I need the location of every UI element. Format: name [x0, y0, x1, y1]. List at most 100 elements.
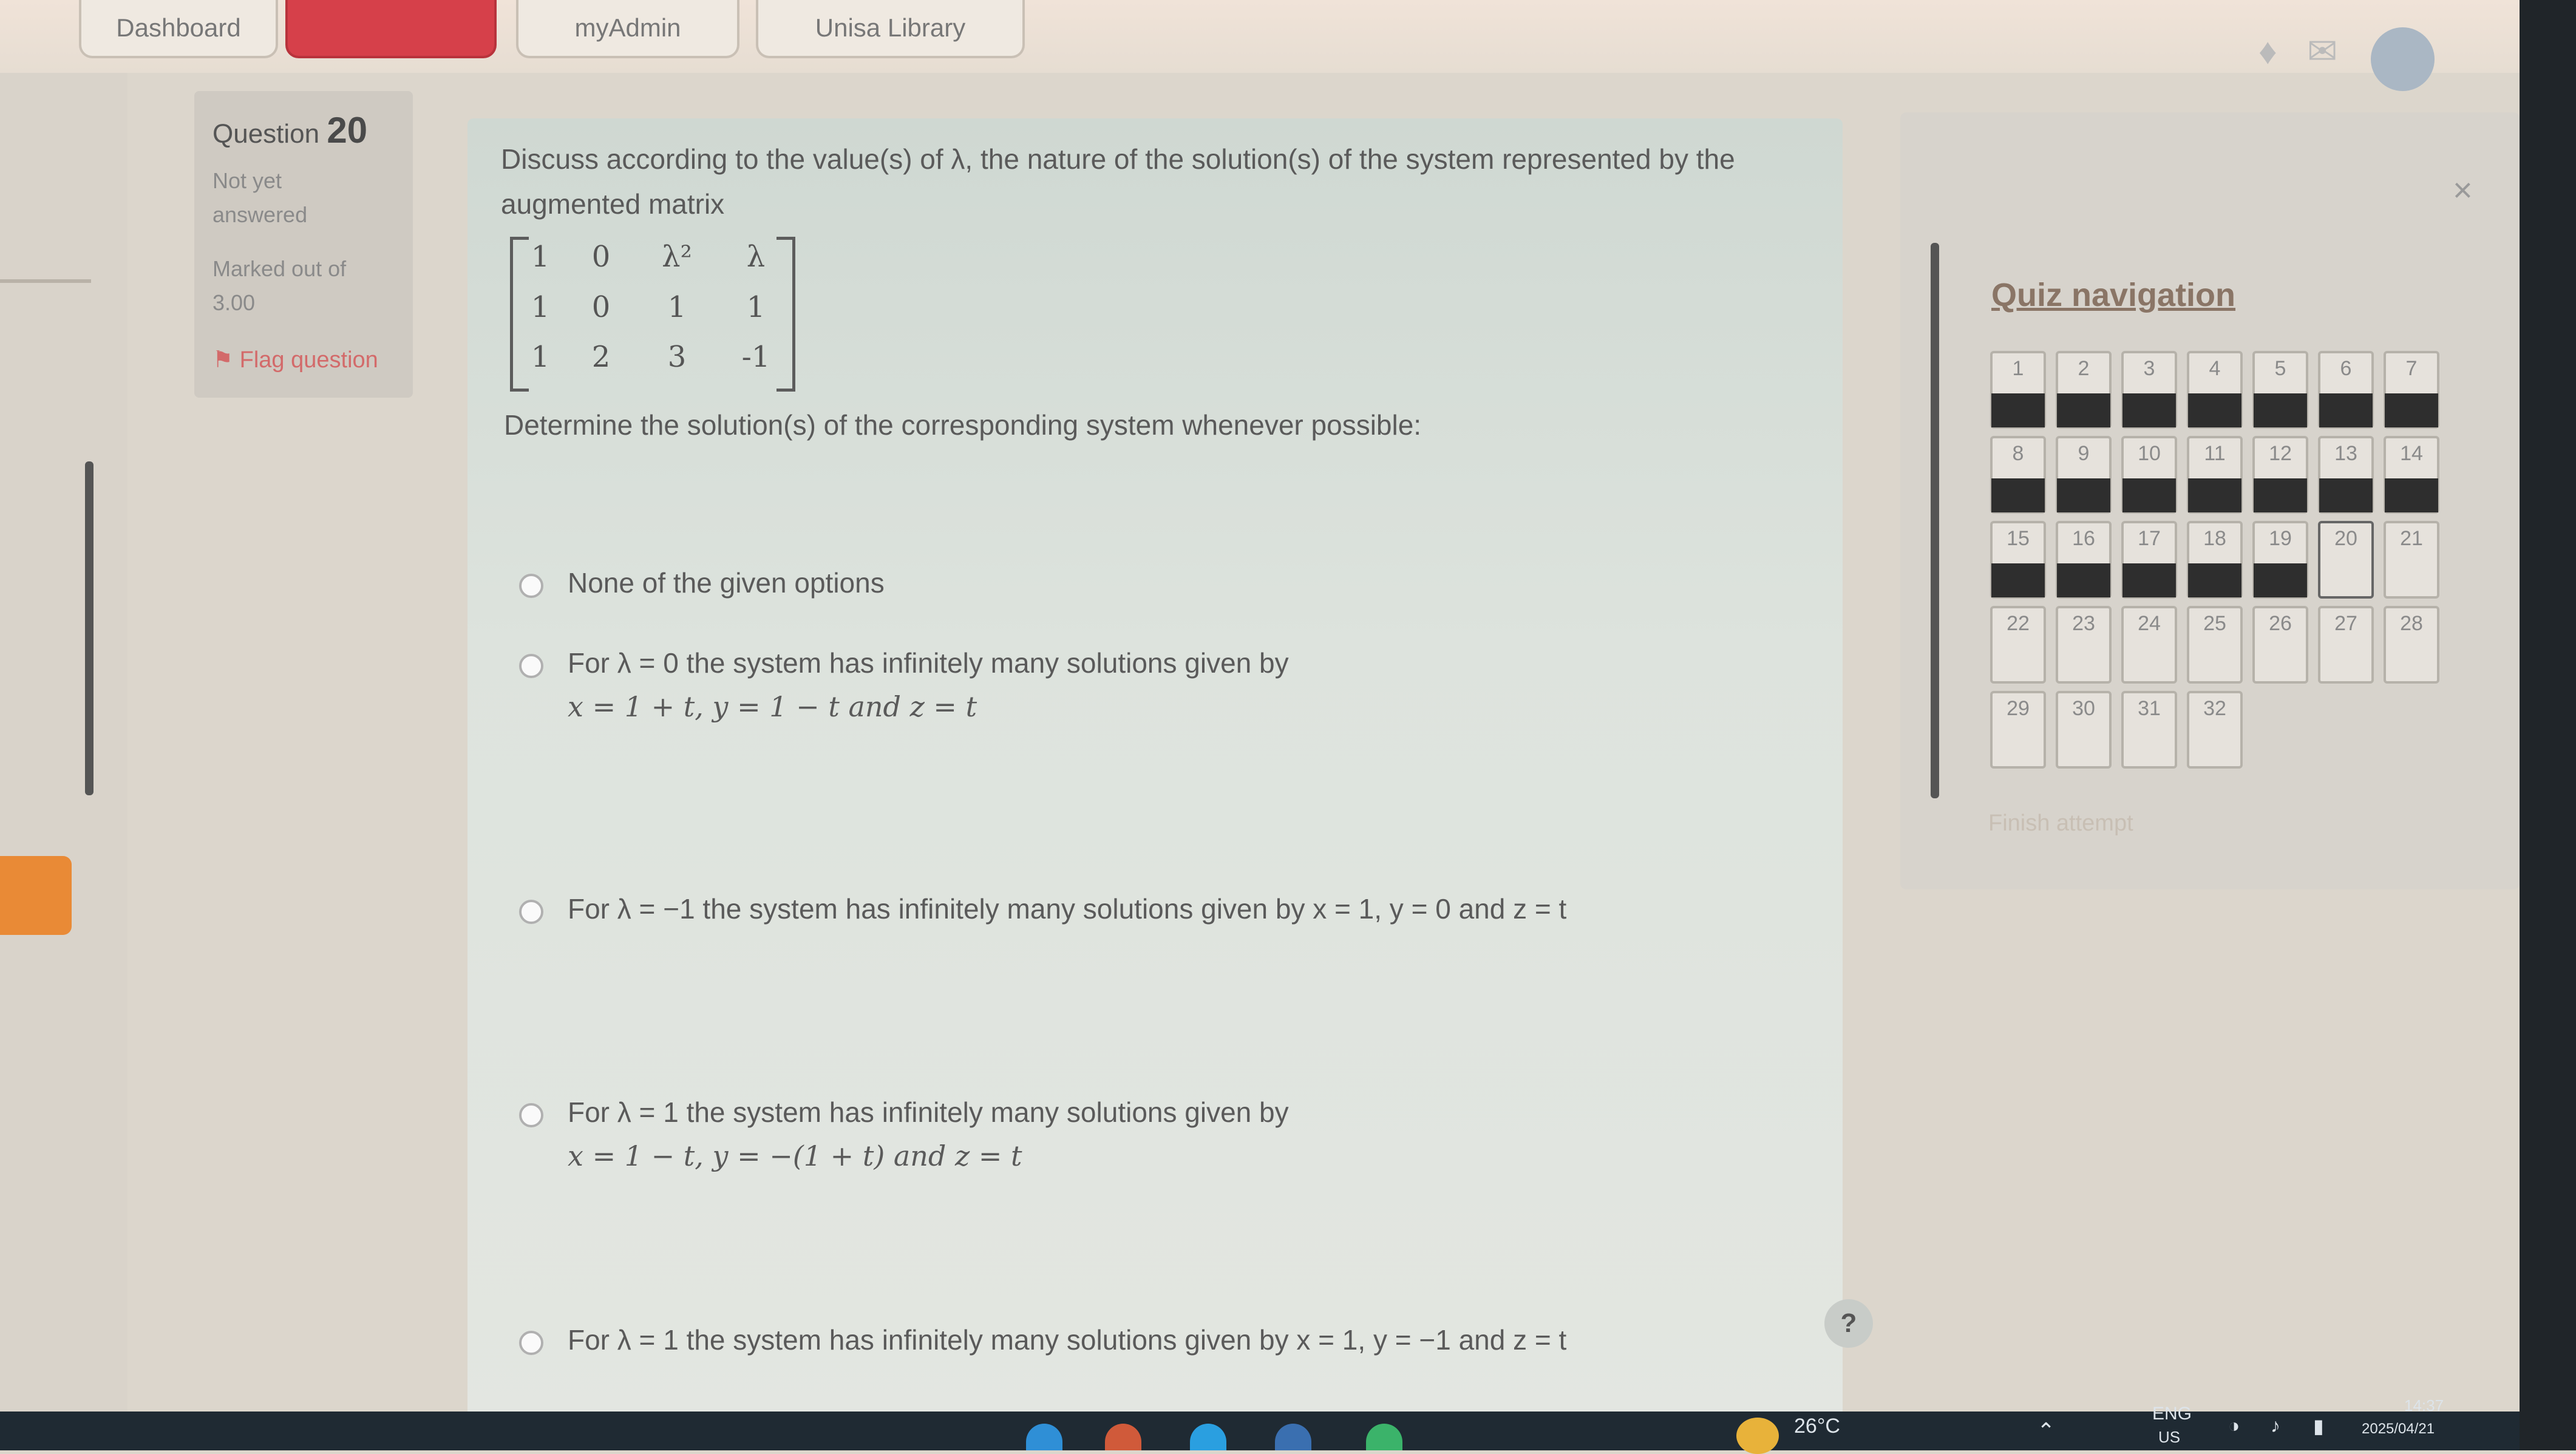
quiz-nav-number: 19: [2269, 527, 2292, 550]
top-navigation: Dashboard myAdmin Unisa Library ♦ ✉: [0, 0, 2576, 91]
question-text: Discuss according to the value(s) of λ, …: [501, 143, 1735, 220]
quiz-nav-number: 13: [2334, 442, 2357, 465]
quiz-nav-button-3[interactable]: 3: [2121, 351, 2177, 429]
instruction-text: Determine the solution(s) of the corresp…: [504, 409, 1422, 441]
quiz-nav-button-11[interactable]: 11: [2187, 436, 2243, 514]
radio-button[interactable]: [519, 1331, 543, 1355]
answered-indicator: [1991, 393, 2045, 427]
quiz-nav-button-20[interactable]: 20: [2318, 521, 2374, 599]
answer-option-4[interactable]: For λ = 1 the system has infinitely many…: [519, 1090, 1794, 1187]
messages-icon[interactable]: ✉: [2307, 30, 2337, 73]
quiz-nav-button-19[interactable]: 19: [2252, 521, 2308, 599]
answer-option-1[interactable]: None of the given options: [519, 560, 1794, 621]
option-formula: x = 1 − t, y = −(1 + t) and z = t: [568, 1140, 1022, 1172]
volume-icon[interactable]: ♪: [2271, 1415, 2280, 1437]
panel-scrollbar[interactable]: [1931, 243, 1939, 798]
radio-button[interactable]: [519, 1103, 543, 1127]
quiz-nav-number: 27: [2334, 612, 2357, 635]
quiz-nav-button-27[interactable]: 27: [2318, 606, 2374, 684]
quiz-nav-button-6[interactable]: 6: [2318, 351, 2374, 429]
quiz-nav-number: 25: [2203, 612, 2226, 635]
quiz-nav-button-23[interactable]: 23: [2056, 606, 2112, 684]
clock-date[interactable]: 2025/04/21: [2362, 1421, 2435, 1438]
answered-indicator: [2385, 478, 2438, 512]
matrix-cell: 2: [591, 340, 611, 374]
quiz-nav-button-29[interactable]: 29: [1990, 691, 2046, 769]
quiz-nav-button-2[interactable]: 2: [2056, 351, 2112, 429]
clock-time[interactable]: 14:37: [2404, 1396, 2444, 1415]
quiz-nav-button-5[interactable]: 5: [2252, 351, 2308, 429]
quiz-nav-number: 29: [2007, 697, 2030, 720]
answer-option-3[interactable]: For λ = −1 the system has infinitely man…: [519, 886, 1794, 947]
quiz-nav-button-10[interactable]: 10: [2121, 436, 2177, 514]
notification-icon[interactable]: ♦: [2258, 30, 2277, 72]
flag-question-link[interactable]: ⚑ Flag question: [212, 346, 378, 373]
quiz-nav-button-24[interactable]: 24: [2121, 606, 2177, 684]
radio-button[interactable]: [519, 654, 543, 678]
weather-icon[interactable]: [1736, 1418, 1779, 1454]
tray-chevron-icon[interactable]: ⌃: [2037, 1418, 2055, 1444]
answered-indicator: [2254, 393, 2307, 427]
quiz-nav-button-13[interactable]: 13: [2318, 436, 2374, 514]
quiz-nav-button-22[interactable]: 22: [1990, 606, 2046, 684]
drawer-scrollbar[interactable]: [85, 461, 93, 795]
battery-icon[interactable]: ▮: [2313, 1415, 2324, 1438]
quiz-nav-button-18[interactable]: 18: [2187, 521, 2243, 599]
radio-button[interactable]: [519, 900, 543, 924]
quiz-nav-button-4[interactable]: 4: [2187, 351, 2243, 429]
quiz-nav-button-31[interactable]: 31: [2121, 691, 2177, 769]
matrix-cell: 1: [746, 290, 766, 324]
close-panel-icon[interactable]: ×: [2453, 170, 2473, 209]
nav-tab-dashboard[interactable]: Dashboard: [79, 0, 278, 58]
quiz-nav-number: 14: [2400, 442, 2423, 465]
quiz-navigation-title: Quiz navigation: [1991, 277, 2236, 313]
input-language[interactable]: ENG: [2152, 1404, 2192, 1424]
quiz-nav-button-15[interactable]: 15: [1990, 521, 2046, 599]
answered-indicator: [2122, 393, 2176, 427]
nav-tab-active[interactable]: [285, 0, 497, 58]
radio-button[interactable]: [519, 574, 543, 598]
option-label: For λ = −1 the system has infinitely man…: [568, 893, 1567, 925]
quiz-nav-button-1[interactable]: 1: [1990, 351, 2046, 429]
quiz-nav-button-12[interactable]: 12: [2252, 436, 2308, 514]
quiz-nav-number: 26: [2269, 612, 2292, 635]
quiz-nav-button-9[interactable]: 9: [2056, 436, 2112, 514]
nav-tab-myadmin[interactable]: myAdmin: [516, 0, 739, 58]
flag-question-label: Flag question: [239, 347, 378, 373]
quiz-nav-button-21[interactable]: 21: [2384, 521, 2439, 599]
network-icon[interactable]: ◑: [2228, 1415, 2240, 1437]
answer-option-2[interactable]: For λ = 0 the system has infinitely many…: [519, 640, 1794, 738]
input-region[interactable]: US: [2158, 1428, 2180, 1447]
matrix-cell: λ: [746, 240, 766, 274]
quiz-nav-button-7[interactable]: 7: [2384, 351, 2439, 429]
answered-indicator: [2122, 478, 2176, 512]
quiz-nav-button-25[interactable]: 25: [2187, 606, 2243, 684]
quiz-nav-button-14[interactable]: 14: [2384, 436, 2439, 514]
finish-attempt-link[interactable]: Finish attempt: [1988, 810, 2133, 837]
drawer-toggle-button[interactable]: [0, 856, 72, 935]
quiz-nav-number: 9: [2078, 442, 2090, 465]
quiz-nav-button-30[interactable]: 30: [2056, 691, 2112, 769]
option-label: For λ = 0 the system has infinitely many…: [568, 647, 1289, 679]
answered-indicator: [2319, 478, 2373, 512]
nav-tab-unisa-library[interactable]: Unisa Library: [756, 0, 1025, 58]
question-panel: Discuss according to the value(s) of λ, …: [467, 118, 1843, 1430]
matrix-cell: λ²: [662, 240, 692, 274]
answered-indicator: [2385, 393, 2438, 427]
quiz-nav-button-17[interactable]: 17: [2121, 521, 2177, 599]
matrix-cell: 0: [591, 240, 611, 274]
quiz-nav-number: 24: [2138, 612, 2161, 635]
answer-option-5[interactable]: For λ = 1 the system has infinitely many…: [519, 1317, 1794, 1378]
quiz-nav-button-26[interactable]: 26: [2252, 606, 2308, 684]
quiz-nav-button-16[interactable]: 16: [2056, 521, 2112, 599]
answered-indicator: [2188, 478, 2241, 512]
answered-indicator: [2254, 478, 2307, 512]
weather-temperature[interactable]: 26°C: [1794, 1415, 1840, 1438]
matrix-cell: 1: [531, 240, 550, 274]
quiz-nav-button-32[interactable]: 32: [2187, 691, 2243, 769]
user-avatar[interactable]: [2371, 27, 2435, 91]
quiz-nav-button-8[interactable]: 8: [1990, 436, 2046, 514]
quiz-nav-button-28[interactable]: 28: [2384, 606, 2439, 684]
help-button[interactable]: ?: [1824, 1299, 1873, 1348]
quiz-nav-number: 12: [2269, 442, 2292, 465]
